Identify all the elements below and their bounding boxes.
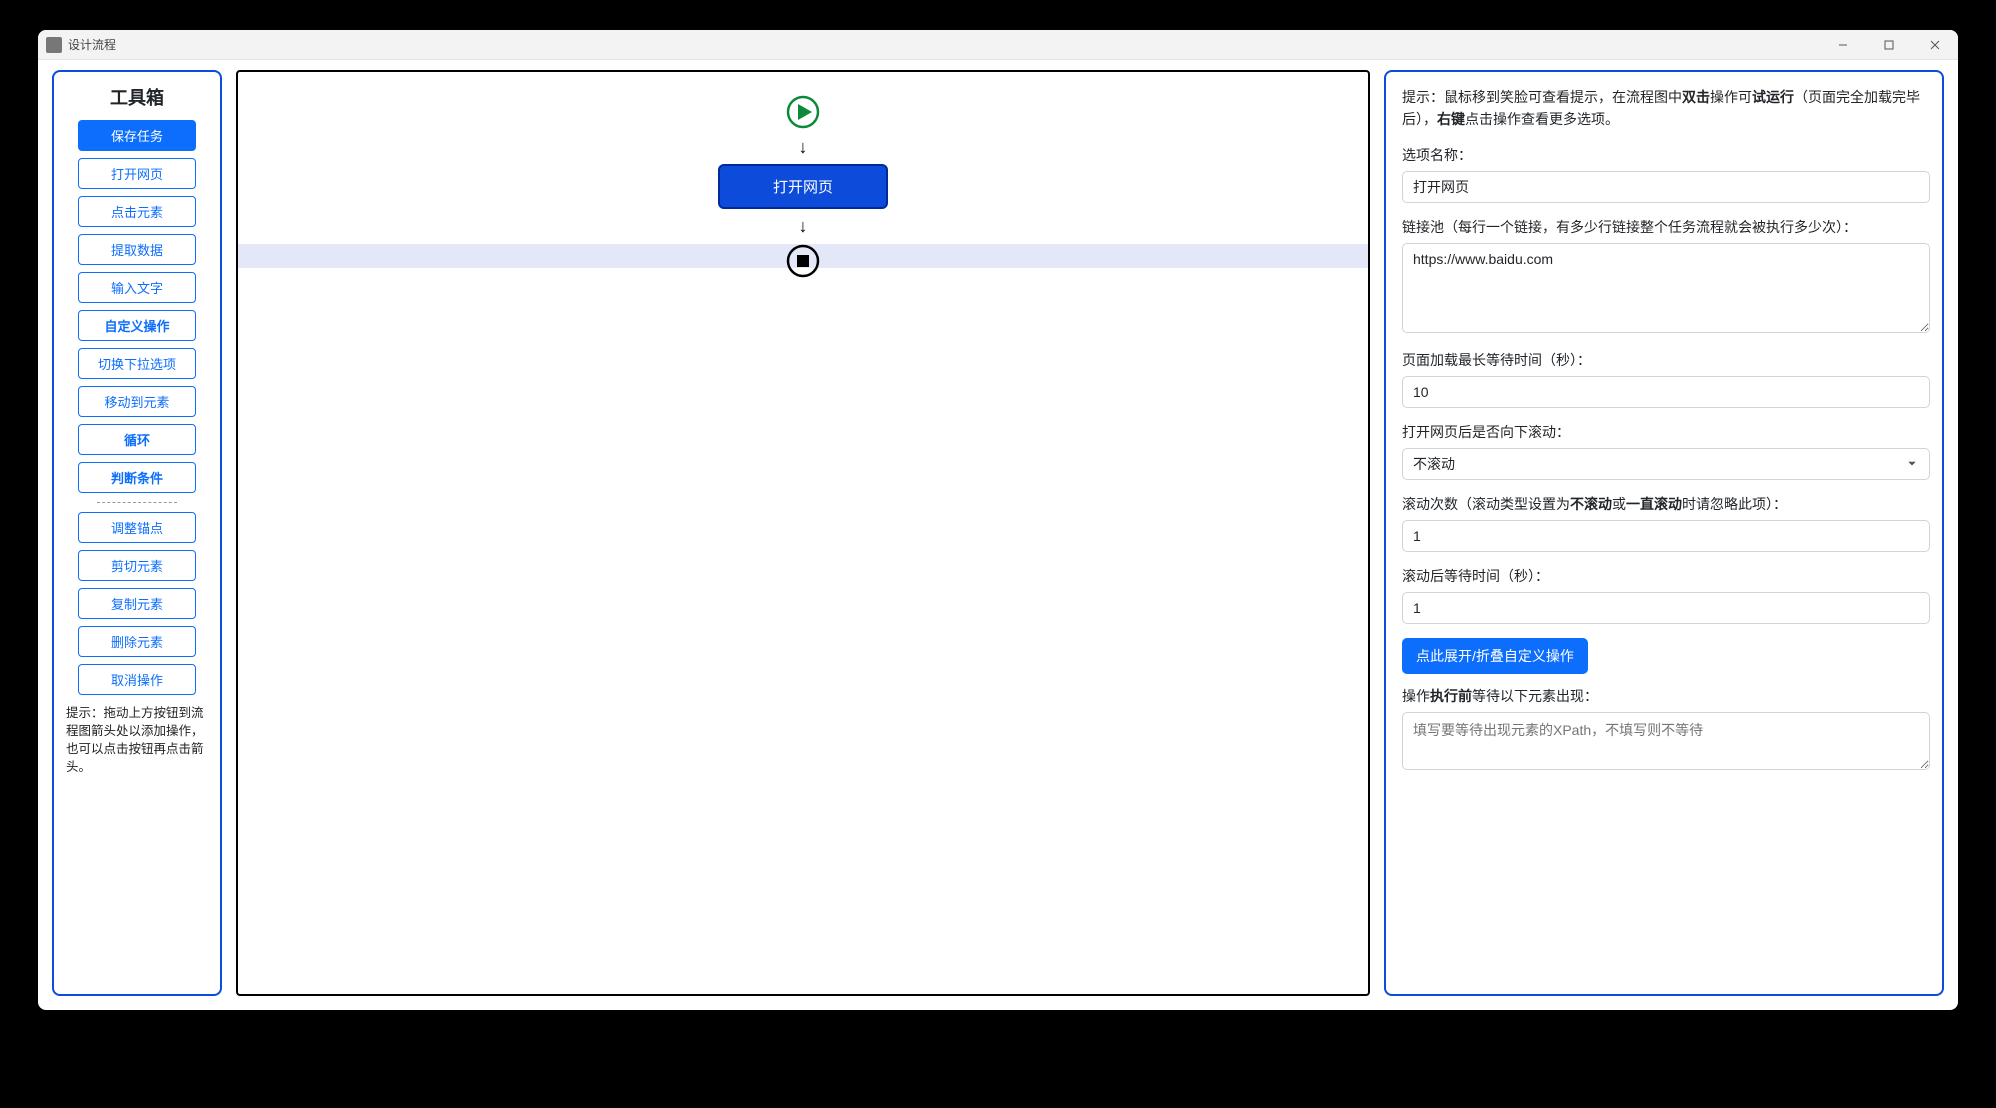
cancel-action-button[interactable]: 取消操作 <box>78 664 196 695</box>
flow-arrow-1[interactable]: ↓ <box>799 138 808 156</box>
adjust-anchor-button[interactable]: 调整锚点 <box>78 512 196 543</box>
window-title: 设计流程 <box>68 36 116 53</box>
flow-stack: ↓ 打开网页 ↓ <box>718 94 888 279</box>
extract-data-button[interactable]: 提取数据 <box>78 234 196 265</box>
maximize-icon <box>1884 40 1894 50</box>
click-element-button[interactable]: 点击元素 <box>78 196 196 227</box>
save-task-button[interactable]: 保存任务 <box>78 120 196 151</box>
open-page-node[interactable]: 打开网页 <box>718 164 888 209</box>
custom-action-button[interactable]: 自定义操作 <box>78 310 196 341</box>
condition-button[interactable]: 判断条件 <box>78 462 196 493</box>
maximize-button[interactable] <box>1866 30 1912 59</box>
wait-after-scroll-label: 滚动后等待时间（秒）： <box>1402 566 1930 586</box>
scroll-count-label: 滚动次数（滚动类型设置为不滚动或一直滚动时请忽略此项）： <box>1402 494 1930 514</box>
close-button[interactable] <box>1912 30 1958 59</box>
titlebar[interactable]: 设计流程 <box>38 30 1958 60</box>
open-page-button[interactable]: 打开网页 <box>78 158 196 189</box>
scroll-after-label: 打开网页后是否向下滚动： <box>1402 422 1930 442</box>
move-to-element-button[interactable]: 移动到元素 <box>78 386 196 417</box>
switch-dropdown-button[interactable]: 切换下拉选项 <box>78 348 196 379</box>
properties-panel: 提示：鼠标移到笑脸可查看提示，在流程图中双击操作可试运行（页面完全加载完毕后），… <box>1384 70 1944 996</box>
flow-arrow-2[interactable]: ↓ <box>799 217 808 235</box>
properties-hint: 提示：鼠标移到笑脸可查看提示，在流程图中双击操作可试运行（页面完全加载完毕后），… <box>1402 86 1930 131</box>
toolbox-separator <box>97 502 177 503</box>
option-name-field[interactable] <box>1402 171 1930 203</box>
minimize-icon <box>1838 40 1848 50</box>
toolbox-panel: 工具箱 保存任务 打开网页 点击元素 提取数据 输入文字 自定义操作 切换下拉选… <box>52 70 222 996</box>
close-icon <box>1930 40 1940 50</box>
toggle-custom-button[interactable]: 点此展开/折叠自定义操作 <box>1402 638 1588 674</box>
wait-before-label: 操作执行前等待以下元素出现： <box>1402 686 1930 706</box>
stop-node[interactable] <box>785 243 821 279</box>
cut-element-button[interactable]: 剪切元素 <box>78 550 196 581</box>
toolbox-hint: 提示：拖动上方按钮到流程图箭头处以添加操作，也可以点击按钮再点击箭头。 <box>64 702 210 777</box>
wait-after-scroll-field[interactable] <box>1402 592 1930 624</box>
scroll-after-select[interactable]: 不滚动 <box>1402 448 1930 480</box>
delete-element-button[interactable]: 删除元素 <box>78 626 196 657</box>
app-window: 设计流程 工具箱 保存任务 打开网页 点击元素 提取数据 输入文字 自定义操作 … <box>38 30 1958 1010</box>
max-wait-field[interactable] <box>1402 376 1930 408</box>
window-controls <box>1820 30 1958 59</box>
input-text-button[interactable]: 输入文字 <box>78 272 196 303</box>
scroll-count-field[interactable] <box>1402 520 1930 552</box>
loop-button[interactable]: 循环 <box>78 424 196 455</box>
link-pool-field[interactable] <box>1402 243 1930 333</box>
app-icon <box>46 37 62 53</box>
wait-xpath-field[interactable] <box>1402 712 1930 770</box>
option-name-label: 选项名称： <box>1402 145 1930 165</box>
start-node[interactable] <box>785 94 821 130</box>
flow-canvas[interactable]: ↓ 打开网页 ↓ <box>236 70 1370 996</box>
minimize-button[interactable] <box>1820 30 1866 59</box>
main-content: 工具箱 保存任务 打开网页 点击元素 提取数据 输入文字 自定义操作 切换下拉选… <box>38 60 1958 1010</box>
toolbox-title: 工具箱 <box>110 84 164 110</box>
max-wait-label: 页面加载最长等待时间（秒）： <box>1402 350 1930 370</box>
link-pool-label: 链接池（每行一个链接，有多少行链接整个任务流程就会被执行多少次）： <box>1402 217 1930 237</box>
copy-element-button[interactable]: 复制元素 <box>78 588 196 619</box>
